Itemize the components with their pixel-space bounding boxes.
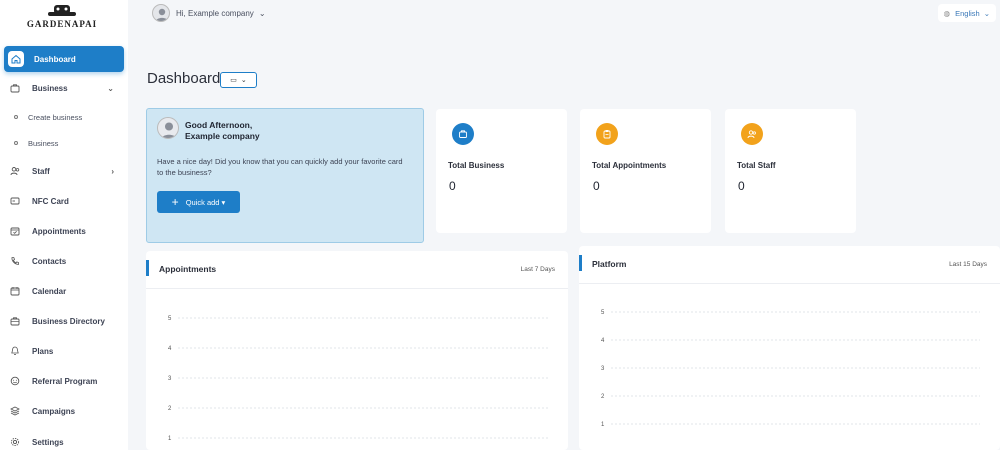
sidebar-item-staff[interactable]: Staff › [4, 158, 124, 184]
sidebar-item-label: Contacts [32, 256, 67, 266]
quick-add-button[interactable]: + Quick add ▾ [157, 191, 240, 213]
sidebar-item-label: Referral Program [32, 376, 98, 386]
sidebar-item-campaigns[interactable]: Campaigns [4, 398, 124, 424]
chevron-down-icon: ⌄ [107, 83, 114, 93]
chevron-down-icon: ⌄ [258, 8, 266, 18]
logo-text: GARDENAPAI [26, 19, 98, 29]
campaign-icon [8, 404, 22, 418]
sidebar-item-label: NFC Card [32, 196, 69, 206]
y-tick-label: 3 [168, 376, 172, 382]
stat-label: Total Business [448, 161, 505, 170]
y-tick-label: 5 [601, 310, 605, 316]
chevron-down-icon: ⌄ [240, 77, 247, 84]
y-tick-label: 4 [601, 338, 605, 344]
sidebar-subitem-create-business[interactable]: Create business [14, 109, 82, 125]
logo-icon [48, 5, 76, 16]
stat-card-total-business: Total Business 0 [436, 109, 567, 233]
welcome-greeting: Good Afternoon, Example company [185, 120, 260, 142]
sidebar-item-label: Settings [32, 437, 64, 447]
page-title: Dashboard [147, 70, 221, 87]
app-logo[interactable]: GARDENAPAI [14, 4, 110, 32]
y-tick-label: 2 [601, 394, 605, 400]
sidebar-item-label: Plans [32, 346, 54, 356]
language-selector[interactable]: ◍ English ⌄ [937, 4, 996, 22]
platform-chart: 5 4 3 2 1 [601, 310, 980, 428]
platform-chart-panel: Platform Last 15 Days 54321 [579, 246, 1000, 450]
plans-icon [8, 344, 22, 358]
sidebar-subitem-label: Create business [28, 112, 83, 122]
home-icon [8, 51, 24, 67]
staff-icon [741, 123, 763, 145]
sidebar-item-contacts[interactable]: Contacts [4, 248, 124, 274]
welcome-message: Have a nice day! Did you know that you c… [157, 157, 403, 177]
sidebar-subitem-label: Business [28, 138, 59, 148]
bullet-icon [14, 141, 18, 145]
y-tick-label: 3 [601, 366, 605, 372]
sidebar-item-referral-program[interactable]: Referral Program [4, 368, 124, 394]
y-tick-label: 1 [601, 422, 605, 428]
sidebar-item-appointments[interactable]: Appointments [4, 218, 124, 244]
card-icon [8, 194, 22, 208]
sidebar-item-nfc-card[interactable]: NFC Card [4, 188, 124, 214]
sidebar-item-calendar[interactable]: Calendar [4, 278, 124, 304]
sidebar-item-label: Business Directory [32, 316, 105, 326]
phone-icon [8, 254, 22, 268]
user-menu[interactable]: Hi, Example company ⌄ [152, 2, 266, 24]
sidebar-item-label: Campaigns [32, 406, 76, 416]
sidebar-item-label: Appointments [32, 226, 86, 236]
briefcase-icon [8, 81, 22, 95]
quick-add-label: Quick add ▾ [185, 197, 226, 207]
language-label: English [955, 8, 980, 18]
sidebar-item-business[interactable]: Business ⌄ [4, 75, 124, 101]
sidebar-subitem-business[interactable]: Business [14, 135, 58, 151]
sidebar-item-dashboard[interactable]: Dashboard [4, 46, 124, 72]
sidebar-item-plans[interactable]: Plans [4, 338, 124, 364]
user-greeting: Hi, Example company [176, 8, 254, 18]
plus-icon: + [171, 195, 179, 209]
y-tick-label: 1 [168, 436, 172, 442]
y-tick-label: 5 [168, 316, 172, 322]
sidebar-item-label: Business [32, 83, 68, 93]
avatar [157, 117, 179, 139]
card-icon: ▭ [230, 77, 237, 84]
stat-card-total-appointments: Total Appointments 0 [580, 109, 711, 233]
company-name: Example company [185, 131, 260, 141]
sidebar-item-settings[interactable]: Settings [4, 429, 124, 450]
sidebar-item-label: Dashboard [34, 54, 76, 64]
referral-icon [8, 374, 22, 388]
stat-value: 0 [449, 179, 456, 193]
chevron-right-icon: › [111, 166, 114, 176]
chevron-down-icon: ⌄ [983, 8, 990, 18]
sidebar-item-business-directory[interactable]: Business Directory [4, 308, 124, 334]
appointments-chart: 5 4 3 2 1 [168, 316, 548, 442]
dashboard-view-dropdown[interactable]: ▭ ⌄ [220, 72, 257, 88]
stat-label: Total Staff [737, 161, 776, 170]
stat-card-total-staff: Total Staff 0 [725, 109, 856, 233]
stat-value: 0 [593, 179, 600, 193]
y-tick-label: 2 [168, 406, 172, 412]
clipboard-icon [596, 123, 618, 145]
business-icon [452, 123, 474, 145]
stat-label: Total Appointments [592, 161, 667, 170]
welcome-card: Good Afternoon, Example company Have a n… [146, 108, 424, 243]
users-icon [8, 164, 22, 178]
bullet-icon [14, 115, 18, 119]
avatar [152, 4, 170, 22]
sidebar-item-label: Staff [32, 166, 50, 176]
sidebar: GARDENAPAI Dashboard Business ⌄ Create b… [0, 0, 128, 450]
directory-icon [8, 314, 22, 328]
calendar-check-icon [8, 224, 22, 238]
globe-icon: ◍ [943, 8, 951, 18]
greeting-line: Good Afternoon, [185, 120, 253, 130]
stat-value: 0 [738, 179, 745, 193]
gear-icon [8, 435, 22, 449]
appointments-chart-panel: Appointments Last 7 Days 54321 [146, 251, 568, 450]
sidebar-item-label: Calendar [32, 286, 67, 296]
calendar-icon [8, 284, 22, 298]
y-tick-label: 4 [168, 346, 172, 352]
